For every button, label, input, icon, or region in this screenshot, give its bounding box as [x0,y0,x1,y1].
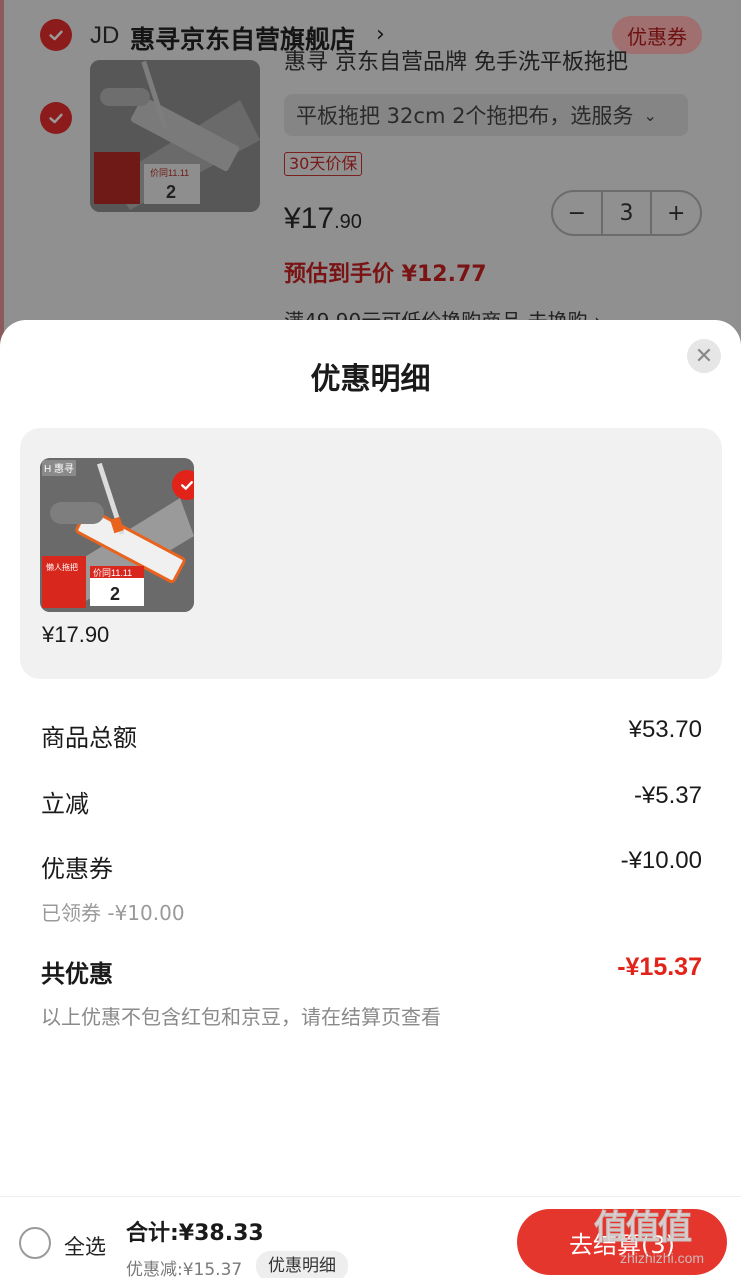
svg-text:2: 2 [166,182,176,202]
product-title[interactable]: 惠寻 京东自营品牌 免手洗平板拖把 [284,44,704,74]
increase-button[interactable]: + [652,192,700,234]
discount-sum: 优惠减:¥15.37 [126,1260,243,1278]
discount-detail-button[interactable]: 优惠明细 [256,1251,348,1278]
coupon-claimed-note: 已领券 -¥10.00 [41,901,185,925]
svg-text:2: 2 [110,584,120,604]
item-check-icon[interactable] [172,470,194,500]
quantity-value[interactable]: 3 [600,192,653,234]
spec-text: 平板拖把 32cm 2个拖把布，选服务 [296,104,634,128]
quantity-stepper[interactable]: − 3 + [551,190,702,236]
row-value-instant-discount: -¥5.37 [633,782,702,809]
close-icon[interactable]: ✕ [687,339,721,373]
row-value-coupon: -¥10.00 [620,847,702,874]
svg-text:价同11.11: 价同11.11 [93,568,132,578]
svg-text:价同11.11: 价同11.11 [150,168,189,178]
total-discount-label: 共优惠 [41,960,113,988]
spec-selector[interactable]: 平板拖把 32cm 2个拖把布，选服务 ⌄ [284,94,688,136]
row-label-instant-discount: 立减 [41,790,89,818]
item-thumbnail[interactable]: H 惠寻 懒人拖把 价同11.11 2 [40,458,194,612]
sheet-title: 优惠明细 [310,362,431,397]
decrease-button[interactable]: − [553,192,601,234]
estimated-price: 预估到手价 ¥12.77 [284,262,487,287]
shop-check-icon[interactable] [40,19,72,51]
row-label-total-amount: 商品总额 [41,724,137,752]
jd-logo: JD [90,22,120,49]
product-price: ¥17.90 [284,202,362,235]
discount-detail-sheet: 优惠明细 ✕ H 惠寻 懒人拖把 价同11.11 2 ¥17.90 商品总额 ¥… [0,320,741,1278]
product-check-icon[interactable] [40,102,72,134]
price-protect-badge: 30天价保 [284,152,363,176]
product-thumbnail[interactable]: 价同11.11 2 [90,60,260,212]
promo-line[interactable]: 满49.90元可低价换购商品 去换购 › [284,306,702,320]
svg-text:懒人拖把: 懒人拖把 [46,562,78,572]
discount-note: 以上优惠不包含红包和京豆，请在结算页查看 [41,1005,441,1029]
watermark-url: zhizhizhi.com [620,1250,705,1266]
row-value-total-amount: ¥53.70 [628,716,702,743]
row-label-coupon: 优惠券 [41,855,113,883]
select-all-checkbox[interactable] [19,1227,51,1259]
total-sum: 合计:¥38.33 [126,1221,264,1246]
item-price: ¥17.90 [42,622,110,647]
item-panel: H 惠寻 懒人拖把 价同11.11 2 ¥17.90 [20,428,722,679]
total-discount-value: -¥15.37 [617,953,702,981]
svg-text:H 惠寻: H 惠寻 [44,462,74,475]
select-all-label[interactable]: 全选 [64,1231,106,1261]
chevron-down-icon: ⌄ [643,105,657,125]
watermark-logo: 值值值 [594,1208,693,1249]
